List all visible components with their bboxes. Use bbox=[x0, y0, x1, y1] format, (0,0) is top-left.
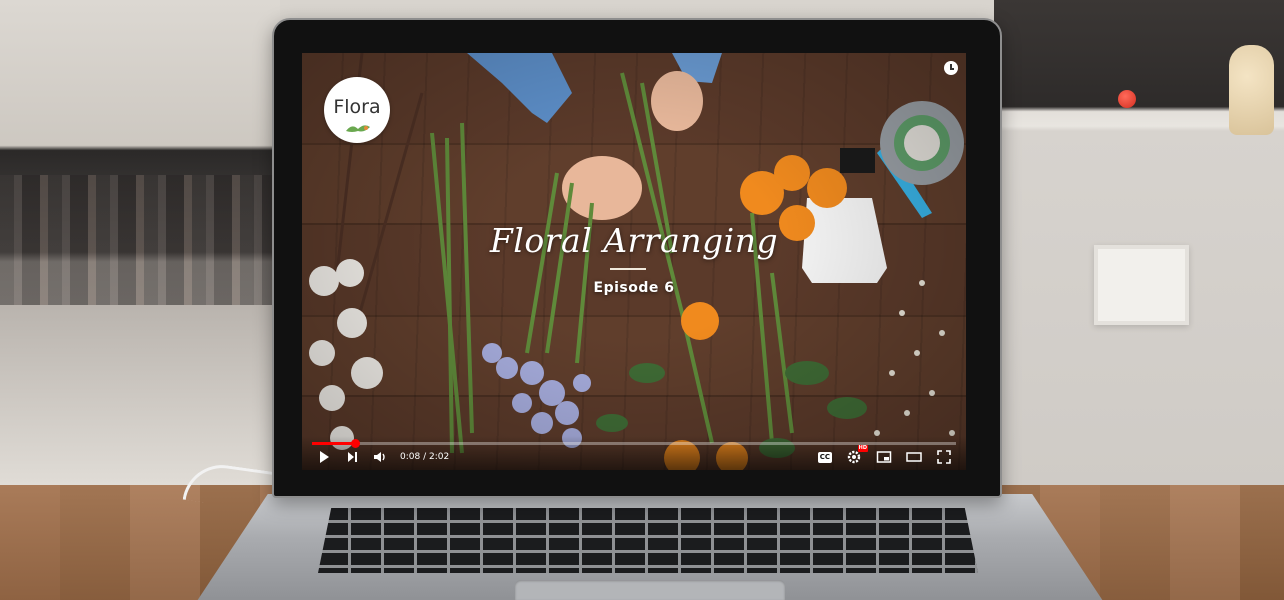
fullscreen-icon[interactable] bbox=[936, 449, 952, 465]
video-vignette bbox=[302, 53, 966, 470]
video-episode: Episode 6 bbox=[593, 280, 675, 296]
settings-button[interactable]: HD bbox=[846, 445, 868, 465]
captions-icon[interactable]: CC bbox=[817, 451, 832, 463]
video-player[interactable]: Flora Floral Arranging Episode 6 0:08 / … bbox=[302, 53, 966, 470]
miniplayer-icon[interactable] bbox=[876, 449, 892, 465]
laptop-keyboard bbox=[318, 508, 978, 573]
background-jar bbox=[1229, 45, 1274, 135]
theater-icon[interactable] bbox=[906, 449, 922, 465]
next-icon[interactable] bbox=[344, 449, 360, 465]
controls-left: 0:08 / 2:02 bbox=[316, 448, 449, 466]
leaf-icon bbox=[346, 125, 370, 132]
background-shelf-left bbox=[0, 0, 280, 485]
background-red-ornament bbox=[1118, 90, 1136, 108]
time-display: 0:08 / 2:02 bbox=[400, 452, 450, 462]
flora-logo-text: Flora bbox=[333, 96, 381, 118]
progress-scrubber[interactable] bbox=[350, 439, 360, 448]
play-icon[interactable] bbox=[316, 449, 332, 465]
player-controls: 0:08 / 2:02 CC HD bbox=[302, 436, 966, 470]
clock-icon[interactable] bbox=[944, 61, 958, 75]
background-books bbox=[0, 175, 280, 305]
background-shelf-right bbox=[994, 0, 1284, 485]
controls-right: CC HD bbox=[817, 445, 952, 466]
title-divider bbox=[610, 268, 646, 270]
volume-icon[interactable] bbox=[372, 449, 388, 465]
progress-played bbox=[312, 442, 355, 445]
flora-logo: Flora bbox=[324, 77, 390, 143]
hd-badge: HD bbox=[857, 445, 868, 452]
background-picture-frame bbox=[1094, 245, 1189, 325]
laptop-trackpad bbox=[515, 580, 785, 600]
video-title: Floral Arranging bbox=[489, 221, 779, 260]
